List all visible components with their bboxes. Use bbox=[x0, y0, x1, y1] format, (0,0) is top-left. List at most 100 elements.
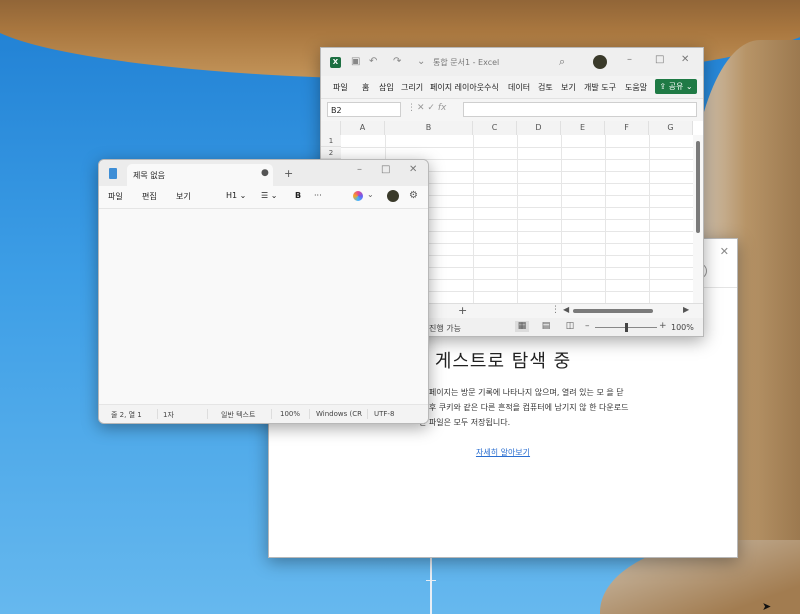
heading-label: H1 bbox=[226, 191, 238, 200]
maximize-icon[interactable]: □ bbox=[381, 164, 390, 175]
close-icon[interactable]: ✕ bbox=[409, 164, 417, 175]
guest-description: 는 페이지는 방문 기록에 나타나지 않으며, 열려 있는 모 을 닫은 후 쿠… bbox=[419, 388, 629, 427]
formula-input[interactable] bbox=[463, 102, 697, 117]
tab-title: 제목 없음 bbox=[133, 171, 165, 180]
tab-view[interactable]: 보기 bbox=[561, 82, 576, 93]
tab-page-layout[interactable]: 페이지 레이아웃 bbox=[430, 82, 484, 93]
cursor-position: 줄 2, 열 1 bbox=[111, 411, 142, 419]
more-button[interactable]: ··· bbox=[314, 191, 322, 200]
notepad-window: 제목 없음 ● + – □ ✕ 파일 편집 보기 H1 ⌄ ☰ ⌄ B ··· … bbox=[98, 159, 429, 424]
avatar[interactable] bbox=[387, 190, 399, 202]
divider bbox=[157, 409, 158, 419]
new-tab-button[interactable]: + bbox=[284, 167, 293, 180]
zoom-level: 100% bbox=[671, 323, 694, 332]
bold-button[interactable]: B bbox=[295, 191, 301, 200]
avatar[interactable] bbox=[593, 55, 607, 69]
fx-label: fx bbox=[437, 103, 447, 113]
excel-logo-icon: X bbox=[330, 57, 341, 68]
column-header[interactable]: C bbox=[473, 121, 517, 135]
text-editor[interactable] bbox=[99, 209, 428, 404]
row-header[interactable]: 2 bbox=[321, 147, 341, 159]
quick-access-icon[interactable]: ⌄ bbox=[417, 56, 425, 67]
formula-bar: B2 ⋮ ✕ ✓ fx bbox=[321, 98, 703, 121]
divider bbox=[367, 409, 368, 419]
heading-dropdown[interactable]: H1 ⌄ bbox=[226, 191, 246, 200]
notepad-icon bbox=[109, 168, 117, 179]
gridline bbox=[341, 147, 693, 148]
zoom-level: 100% bbox=[280, 410, 301, 418]
maximize-icon[interactable]: □ bbox=[655, 54, 664, 65]
divider bbox=[207, 409, 208, 419]
menu-view[interactable]: 보기 bbox=[176, 191, 191, 202]
chevron-down-icon[interactable]: ⌄ bbox=[367, 190, 374, 199]
zoom-slider-knob[interactable] bbox=[625, 323, 628, 332]
normal-view-icon[interactable]: ▦ bbox=[515, 321, 529, 332]
notepad-statusbar: 줄 2, 열 1 1자 일반 텍스트 100% Windows (CR UTF-… bbox=[99, 404, 428, 423]
document-title: 통합 문서1 - Excel bbox=[433, 58, 500, 67]
function-icon[interactable]: ✕ ✓ fx bbox=[417, 103, 446, 113]
excel-titlebar: X ▣ ↶ ↷ ⌄ 통합 문서1 - Excel ⌕ – □ ✕ bbox=[321, 48, 703, 76]
vertical-scrollbar[interactable] bbox=[693, 135, 703, 303]
column-header[interactable]: D bbox=[517, 121, 561, 135]
tab-formulas[interactable]: 수식 bbox=[484, 82, 499, 93]
tab-untitled[interactable]: 제목 없음 ● bbox=[127, 164, 273, 186]
redo-icon[interactable]: ↷ bbox=[393, 56, 401, 67]
zoom-out-icon[interactable]: – bbox=[585, 321, 590, 331]
text-format: 일반 텍스트 bbox=[221, 411, 256, 419]
notepad-tabbar: 제목 없음 ● + – □ ✕ bbox=[99, 160, 428, 186]
scroll-left-icon[interactable]: ◀ bbox=[563, 305, 569, 314]
scrollbar-thumb[interactable] bbox=[696, 141, 700, 233]
list-dropdown-icon[interactable]: ☰ ⌄ bbox=[261, 191, 277, 200]
tab-home[interactable]: 홈 bbox=[362, 82, 369, 93]
divider bbox=[309, 409, 310, 419]
tab-data[interactable]: 데이터 bbox=[508, 82, 530, 93]
unsaved-dot-icon[interactable]: ● bbox=[261, 168, 269, 178]
add-sheet-button[interactable]: + bbox=[458, 304, 467, 317]
status-text: 진행 가능 bbox=[429, 324, 461, 333]
column-header[interactable]: A bbox=[341, 121, 385, 135]
gear-icon[interactable]: ⚙ bbox=[409, 190, 418, 201]
tab-draw[interactable]: 그리기 bbox=[401, 82, 423, 93]
share-label: 공유 bbox=[668, 82, 684, 91]
mouse-cursor-icon: ➤ bbox=[762, 600, 772, 613]
horizontal-scrollbar-thumb[interactable] bbox=[573, 309, 653, 313]
save-icon[interactable]: ▣ bbox=[351, 56, 360, 67]
close-icon[interactable]: ✕ bbox=[681, 54, 689, 65]
name-box[interactable]: B2 bbox=[327, 102, 401, 117]
share-button[interactable]: ⇪ 공유 ⌄ bbox=[655, 79, 697, 94]
select-all-corner[interactable] bbox=[321, 121, 341, 135]
close-icon[interactable]: ✕ bbox=[720, 245, 729, 258]
page-layout-view-icon[interactable]: ▤ bbox=[539, 321, 553, 332]
column-header[interactable]: F bbox=[605, 121, 649, 135]
tab-developer[interactable]: 개발 도구 bbox=[584, 82, 616, 93]
minimize-icon[interactable]: – bbox=[357, 164, 362, 175]
menu-edit[interactable]: 편집 bbox=[142, 191, 157, 202]
copilot-icon[interactable] bbox=[353, 191, 363, 201]
char-count: 1자 bbox=[163, 411, 174, 419]
page-break-view-icon[interactable]: ◫ bbox=[563, 321, 577, 332]
divider bbox=[271, 409, 272, 419]
learn-more-link[interactable]: 자세히 알아보기 bbox=[269, 447, 737, 458]
minimize-icon[interactable]: – bbox=[627, 54, 632, 65]
scroll-right-icon[interactable]: ▶ bbox=[683, 305, 689, 314]
search-icon[interactable]: ⌕ bbox=[559, 55, 565, 69]
tab-review[interactable]: 검토 bbox=[538, 82, 553, 93]
boat-mast bbox=[430, 556, 432, 614]
zoom-in-icon[interactable]: + bbox=[659, 321, 667, 331]
encoding: UTF-8 bbox=[374, 410, 395, 418]
tab-insert[interactable]: 삽입 bbox=[379, 82, 394, 93]
tab-file[interactable]: 파일 bbox=[333, 82, 348, 93]
tab-help[interactable]: 도움말 bbox=[625, 82, 647, 93]
line-ending: Windows (CR bbox=[316, 410, 362, 418]
more-icon[interactable]: ⋮ bbox=[407, 103, 416, 113]
more-icon[interactable]: ⋮ bbox=[551, 305, 560, 315]
column-header[interactable]: B bbox=[385, 121, 473, 135]
boat-spar bbox=[426, 580, 436, 581]
undo-icon[interactable]: ↶ bbox=[369, 56, 377, 67]
row-header[interactable]: 1 bbox=[321, 135, 341, 147]
ribbon-tabs: 파일 홈 삽입 그리기 페이지 레이아웃 수식 데이터 검토 보기 개발 도구 … bbox=[321, 76, 703, 98]
column-header[interactable]: E bbox=[561, 121, 605, 135]
notepad-menubar: 파일 편집 보기 H1 ⌄ ☰ ⌄ B ··· ⌄ ⚙ bbox=[99, 186, 428, 209]
menu-file[interactable]: 파일 bbox=[108, 191, 123, 202]
column-header[interactable]: G bbox=[649, 121, 693, 135]
